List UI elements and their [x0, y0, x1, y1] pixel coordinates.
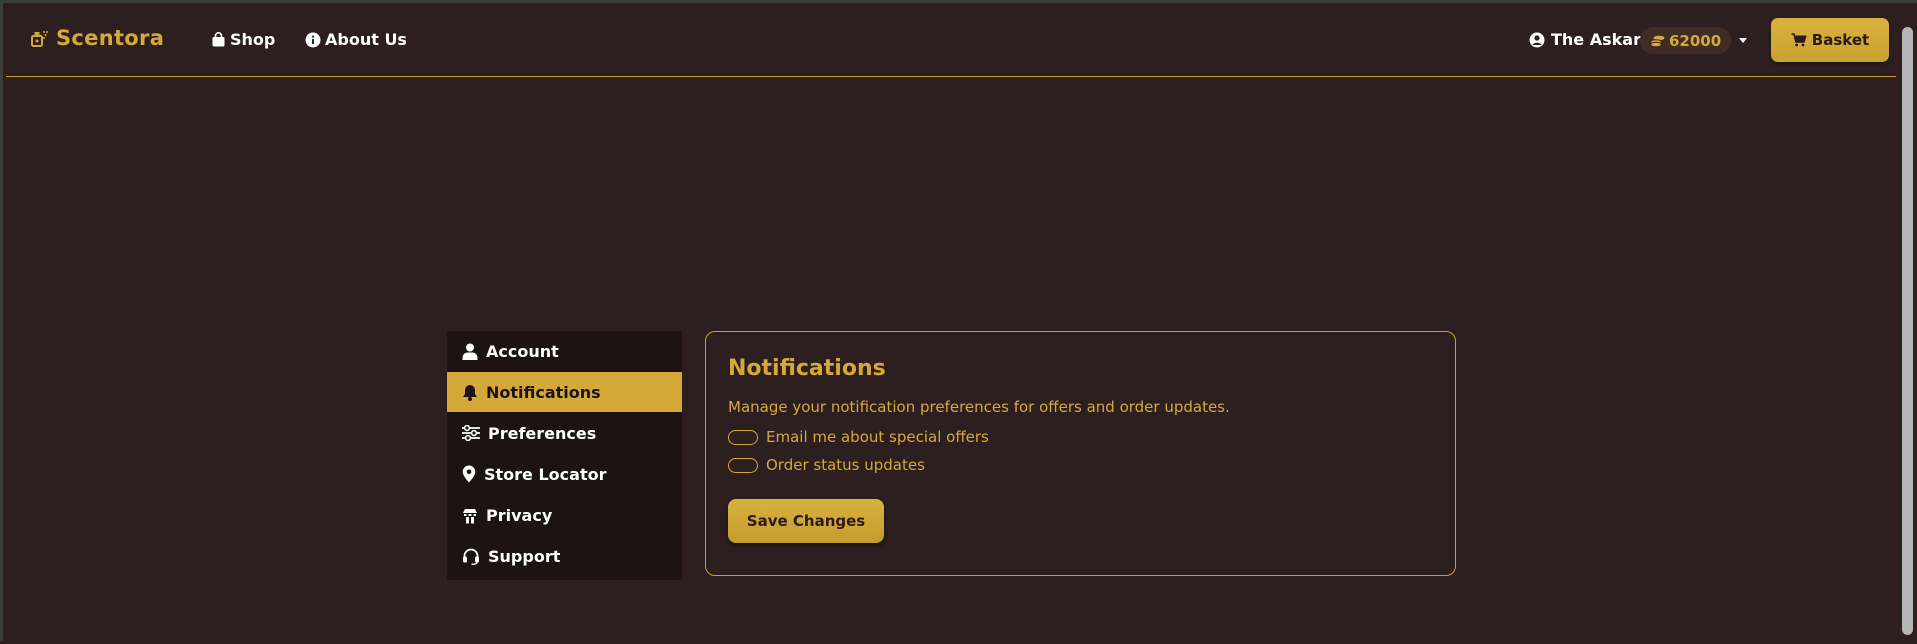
shopping-bag-icon: [211, 32, 226, 47]
notifications-panel: Notifications Manage your notification p…: [705, 331, 1456, 576]
panel-description: Manage your notification preferences for…: [728, 398, 1230, 416]
user-circle-icon: [1529, 32, 1545, 48]
sidebar-item-label: Store Locator: [484, 464, 607, 484]
nav-about-link[interactable]: About Us: [305, 30, 407, 49]
sidebar-item-label: Support: [488, 546, 561, 566]
basket-label: Basket: [1811, 31, 1870, 49]
toggle-special-offers[interactable]: Email me about special offers: [728, 428, 1433, 446]
sidebar-item-preferences[interactable]: Preferences: [447, 413, 682, 453]
special-offers-switch[interactable]: [728, 429, 758, 445]
coin-balance: 62000: [1640, 27, 1732, 54]
nav-shop-link[interactable]: Shop: [211, 30, 275, 49]
app-window: Scentora Shop About Us The Askar 62000 B…: [0, 0, 1917, 644]
user-icon: [462, 343, 478, 360]
sidebar-item-notifications[interactable]: Notifications: [447, 372, 682, 412]
privacy-icon: [462, 507, 478, 524]
chevron-down-icon[interactable]: [1739, 38, 1747, 43]
navbar: Scentora Shop About Us The Askar 62000 B…: [6, 6, 1896, 77]
toggle-label: Email me about special offers: [766, 428, 989, 446]
brand-name: Scentora: [56, 26, 165, 50]
sidebar-item-account[interactable]: Account: [447, 331, 682, 371]
sidebar-item-label: Privacy: [486, 505, 553, 525]
nav-shop-label: Shop: [230, 30, 276, 49]
panel-title: Notifications: [728, 356, 886, 381]
order-status-switch[interactable]: [728, 457, 758, 473]
map-pin-icon: [462, 465, 476, 483]
sidebar-item-label: Notifications: [486, 382, 601, 402]
nav-about-label: About Us: [325, 30, 407, 49]
coin-amount: 62000: [1669, 31, 1722, 50]
scrollbar-thumb[interactable]: [1902, 27, 1913, 635]
bell-icon: [462, 384, 478, 401]
sidebar-item-label: Account: [486, 341, 559, 361]
info-circle-icon: [305, 32, 321, 48]
sidebar-item-store-locator[interactable]: Store Locator: [447, 454, 682, 494]
save-changes-button[interactable]: Save Changes: [728, 499, 884, 543]
basket-button[interactable]: Basket: [1771, 18, 1889, 62]
coins-icon: [1650, 35, 1665, 47]
sidebar-item-label: Preferences: [488, 423, 597, 443]
headset-icon: [462, 548, 480, 565]
toggle-order-status[interactable]: Order status updates: [728, 456, 1433, 474]
user-name: The Askar: [1551, 30, 1641, 49]
scrollbar[interactable]: [1896, 3, 1917, 644]
brand-logo[interactable]: Scentora: [31, 26, 164, 50]
settings-sidebar: Account Notifications Preferences Store …: [447, 331, 682, 580]
toggle-label: Order status updates: [766, 456, 925, 474]
sidebar-item-support[interactable]: Support: [447, 536, 682, 576]
user-menu[interactable]: The Askar: [1529, 30, 1641, 49]
perfume-bottle-icon: [31, 29, 48, 47]
sliders-icon: [462, 425, 480, 441]
sidebar-item-privacy[interactable]: Privacy: [447, 495, 682, 535]
cart-icon: [1791, 33, 1807, 47]
